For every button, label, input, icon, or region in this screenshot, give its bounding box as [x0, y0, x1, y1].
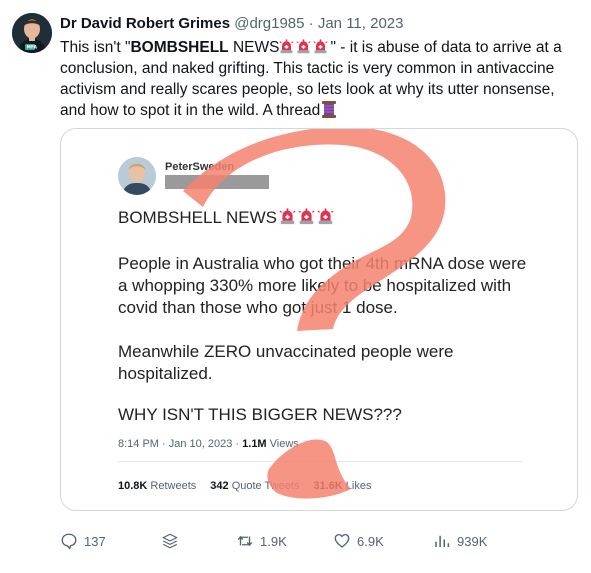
quoted-line: hospitalized. [118, 364, 213, 383]
tweet-media-image[interactable]: PeterSweden BOMBSHELL NEWS People in Aus… [60, 128, 578, 511]
quoted-divider [118, 461, 523, 462]
tweet-text-bold: BOMBSHELL [130, 39, 229, 56]
quoted-line: a whopping 330% more likely to be hospit… [118, 276, 512, 295]
quoted-line: Meanwhile ZERO unvaccinated people were [118, 342, 454, 361]
like-button[interactable]: 6.9K [333, 530, 384, 552]
police-light-emoji-icon [279, 39, 294, 54]
layers-button[interactable] [161, 530, 185, 552]
tweet-header: Dr David Robert Grimes @drg1985 · Jan 11… [60, 14, 403, 34]
reply-count: 137 [84, 533, 106, 549]
quoted-line: covid than those who got just 1 dose. [118, 298, 398, 317]
quoted-handle-redacted [165, 175, 269, 189]
quoted-retweets-count: 10.8K [118, 480, 148, 492]
police-light-emoji-icon [296, 39, 311, 54]
quoted-views-count: 1.1M [242, 438, 267, 450]
author-name[interactable]: Dr David Robert Grimes [60, 15, 230, 32]
tweet-text: This isn't "BOMBSHELL NEWS " - it is abus… [60, 37, 580, 121]
spool-of-thread-emoji-icon [322, 101, 337, 118]
quoted-retweets-label: Retweets [147, 480, 197, 492]
quoted-meta: 8:14 PM · Jan 10, 2023 · 1.1M Views [118, 438, 299, 450]
quoted-author-name: PeterSweden [165, 161, 235, 173]
police-light-emoji-icon [279, 208, 296, 225]
quoted-likes-count: 31.6K [313, 480, 343, 492]
tweet-card[interactable]: MFA Dr David Robert Grimes @drg1985 · Ja… [0, 0, 591, 573]
views-chart-icon [435, 535, 450, 547]
heart-icon [334, 533, 350, 548]
tweet-text-part2: NEWS [228, 39, 280, 56]
quoted-line: WHY ISN'T THIS BIGGER NEWS??? [118, 405, 402, 424]
quoted-headline: BOMBSHELL NEWS [118, 207, 334, 229]
quoted-avatar-image [118, 157, 156, 195]
retweet-button[interactable]: 1.9K [236, 530, 287, 552]
tweet-date[interactable]: Jan 11, 2023 [318, 15, 404, 32]
reply-button[interactable]: 137 [60, 530, 106, 552]
author-avatar-image: MFA [12, 13, 52, 53]
like-count: 6.9K [357, 533, 384, 549]
author-handle[interactable]: @drg1985 [234, 15, 304, 32]
quoted-quotes-label: Quote Tweets [228, 480, 300, 492]
police-light-emoji-icon [317, 208, 334, 225]
quoted-avatar [118, 157, 156, 195]
quoted-views-label: Views [266, 438, 299, 450]
quoted-headline-text: BOMBSHELL NEWS [118, 208, 278, 227]
tweet-text-part1: This isn't " [60, 39, 131, 56]
quoted-quotes-count: 342 [210, 480, 229, 492]
retweet-icon [237, 535, 253, 547]
quoted-stats: 10.8K Retweets 342 Quote Tweets 31.6K Like… [118, 480, 371, 492]
author-avatar[interactable]: MFA [12, 13, 52, 53]
views-button[interactable]: 939K [433, 530, 487, 552]
header-separator: · [304, 15, 318, 32]
views-count: 939K [457, 533, 488, 549]
quoted-paragraph-3: WHY ISN'T THIS BIGGER NEWS??? [118, 404, 402, 426]
quoted-line: People in Australia who got their 4th mR… [118, 254, 527, 273]
tweet-action-bar: 137 1.9K 6.9K 939K [60, 530, 580, 552]
quoted-paragraph-1: People in Australia who got their 4th mR… [118, 253, 526, 319]
quoted-likes-label: Likes [342, 480, 372, 492]
police-light-emoji-icon [298, 208, 315, 225]
retweet-count: 1.9K [260, 533, 287, 549]
police-light-emoji-icon [313, 39, 328, 54]
svg-text:MFA: MFA [27, 45, 38, 51]
quoted-timestamp: 8:14 PM · Jan 10, 2023 · [118, 438, 243, 450]
layers-icon [162, 533, 178, 549]
reply-icon [61, 533, 77, 550]
quoted-paragraph-2: Meanwhile ZERO unvaccinated people were … [118, 341, 453, 385]
